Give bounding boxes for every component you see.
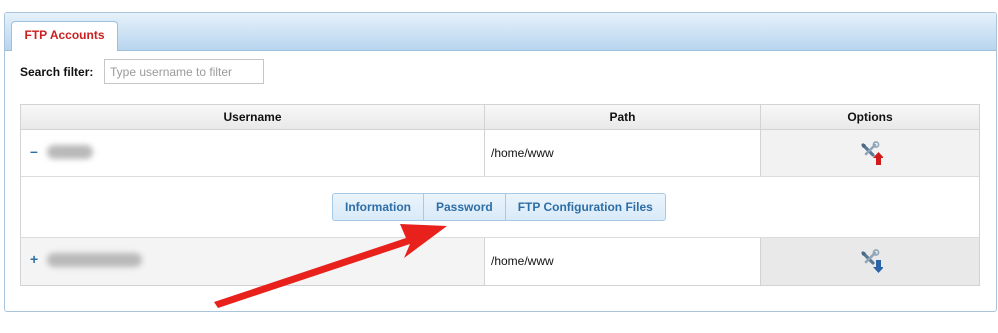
- expanded-detail-row: Information Password FTP Configuration F…: [21, 177, 979, 238]
- username-cell: +: [21, 238, 485, 285]
- tools-download-icon[interactable]: [859, 249, 883, 273]
- column-header-options: Options: [847, 110, 893, 124]
- table-header: Username Path Options: [21, 105, 979, 130]
- username-redacted: [47, 253, 142, 267]
- expand-toggle[interactable]: +: [30, 251, 38, 267]
- subtab-password[interactable]: Password: [424, 194, 506, 220]
- collapse-toggle[interactable]: –: [30, 143, 38, 159]
- subtab-ftp-configuration-files[interactable]: FTP Configuration Files: [506, 194, 665, 220]
- column-header-path: Path: [485, 105, 761, 129]
- username-cell: –: [21, 130, 485, 176]
- column-header-username: Username: [21, 105, 485, 129]
- path-cell: /home/www: [485, 130, 761, 176]
- search-input[interactable]: [104, 59, 264, 84]
- tools-upload-icon[interactable]: [859, 141, 883, 165]
- search-filter-label: Search filter:: [20, 65, 94, 79]
- path-text: /home/www: [491, 146, 554, 160]
- table-row[interactable]: – /home/www: [21, 130, 979, 177]
- username-redacted: [47, 145, 93, 159]
- account-subtabs: Information Password FTP Configuration F…: [332, 193, 666, 221]
- accounts-table: Username Path Options – /home/www Inform…: [20, 104, 980, 286]
- table-row[interactable]: + /home/www: [21, 238, 979, 285]
- tab-bar: FTP Accounts: [5, 13, 996, 51]
- subtab-information[interactable]: Information: [333, 194, 424, 220]
- options-cell: [761, 238, 979, 285]
- path-cell: /home/www: [485, 238, 761, 285]
- options-cell: [761, 130, 979, 176]
- tab-ftp-accounts[interactable]: FTP Accounts: [11, 21, 118, 51]
- path-text: /home/www: [491, 254, 554, 268]
